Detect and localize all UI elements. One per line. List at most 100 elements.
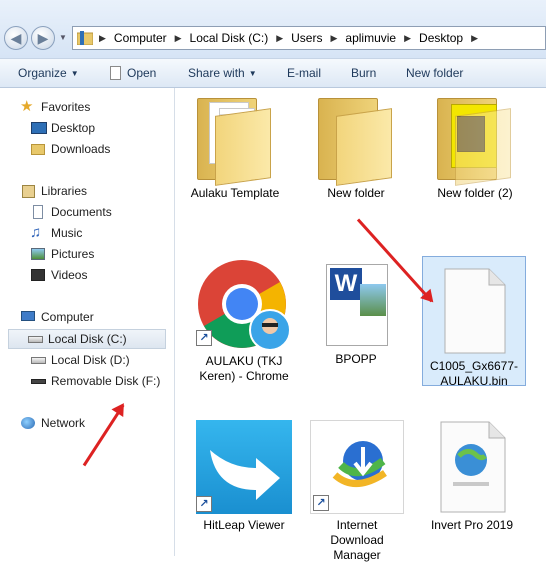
- share-with-button[interactable]: Share with ▼: [188, 66, 257, 80]
- nav-libraries-label: Libraries: [41, 184, 88, 198]
- nav-videos-label: Videos: [51, 268, 88, 282]
- blank-file-icon: [439, 267, 509, 355]
- navigation-pane: ★ Favorites Desktop Downloads Libraries …: [0, 88, 175, 556]
- folder-icon: [437, 94, 513, 186]
- chevron-right-icon[interactable]: ▶: [471, 33, 478, 44]
- file-name: New folder: [327, 186, 385, 200]
- back-button[interactable]: ◀: [4, 26, 28, 50]
- word-document-icon: W: [316, 262, 396, 348]
- hard-drive-icon: [30, 352, 46, 368]
- application-file-icon: [435, 420, 509, 514]
- breadcrumb[interactable]: ▶ Computer ▶ Local Disk (C:) ▶ Users ▶ a…: [72, 26, 546, 50]
- address-bar-area: ◀ ▶ ▼ ▶ Computer ▶ Local Disk (C:) ▶ Use…: [0, 0, 546, 58]
- chevron-right-icon[interactable]: ▶: [99, 33, 106, 44]
- nav-pictures[interactable]: Pictures: [30, 245, 94, 263]
- nav-removable-disk-f[interactable]: Removable Disk (F:): [30, 372, 160, 390]
- nav-music[interactable]: ♫ Music: [30, 224, 82, 242]
- nav-documents-label: Documents: [51, 205, 112, 219]
- nav-desktop-label: Desktop: [51, 121, 96, 135]
- file-item-aulaku-chrome-shortcut[interactable]: ↗ AULAKU (TKJ Keren) - Chrome: [186, 260, 302, 384]
- chevron-right-icon[interactable]: ▶: [404, 33, 411, 44]
- nav-local-disk-c-label: Local Disk (C:): [48, 332, 127, 346]
- file-name: BPOPP: [335, 352, 377, 366]
- file-item-c1005-bin[interactable]: C1005_Gx6677-AULAKU.bin: [422, 256, 526, 388]
- document-icon: [110, 66, 121, 80]
- chevron-right-icon[interactable]: ▶: [276, 33, 283, 44]
- recent-pages-dropdown-icon[interactable]: ▼: [59, 33, 67, 42]
- organize-label: Organize: [18, 66, 67, 80]
- documents-icon: [30, 204, 46, 220]
- nav-network-label: Network: [41, 416, 86, 430]
- file-name: HitLeap Viewer: [203, 518, 285, 532]
- file-item-new-folder[interactable]: New folder: [297, 94, 415, 201]
- file-name: AULAKU (TKJ Keren) - Chrome: [199, 354, 289, 383]
- chevron-right-icon[interactable]: ▶: [175, 33, 182, 44]
- burn-button[interactable]: Burn: [351, 66, 376, 80]
- breadcrumb-desktop[interactable]: Desktop: [419, 31, 463, 45]
- nav-local-disk-d-label: Local Disk (D:): [51, 353, 130, 367]
- file-list: Aulaku Template New folder New folder (2…: [176, 88, 546, 562]
- windows-drive-icon: [27, 331, 43, 347]
- pictures-icon: [30, 246, 46, 262]
- file-name: Invert Pro 2019: [430, 518, 514, 532]
- new-folder-button[interactable]: New folder: [406, 66, 463, 80]
- breadcrumb-aplimuvie[interactable]: aplimuvie: [345, 31, 396, 45]
- file-item-bpopp[interactable]: W BPOPP: [297, 262, 415, 367]
- nav-local-disk-c[interactable]: Local Disk (C:): [8, 329, 166, 349]
- nav-computer[interactable]: Computer: [20, 308, 94, 326]
- chevron-down-icon: ▼: [70, 69, 79, 78]
- music-icon: ♫: [30, 224, 42, 241]
- breadcrumb-local-disk-c[interactable]: Local Disk (C:): [190, 31, 269, 45]
- breadcrumb-computer[interactable]: Computer: [114, 31, 167, 45]
- nav-computer-label: Computer: [41, 310, 94, 324]
- nav-favorites-label: Favorites: [41, 100, 91, 114]
- folder-icon: [76, 31, 94, 46]
- shortcut-arrow-icon: ↗: [313, 495, 329, 511]
- email-button[interactable]: E-mail: [287, 66, 321, 80]
- nav-documents[interactable]: Documents: [30, 203, 112, 221]
- folder-icon: [318, 94, 394, 186]
- file-name: Aulaku Template: [190, 186, 280, 200]
- open-button[interactable]: Open: [110, 66, 156, 80]
- nav-downloads[interactable]: Downloads: [30, 140, 110, 158]
- network-icon: [20, 415, 36, 431]
- organize-button[interactable]: Organize ▼: [18, 66, 79, 80]
- file-name: Internet Download Manager: [330, 518, 384, 562]
- desktop-icon: [30, 120, 47, 136]
- shortcut-arrow-icon: ↗: [196, 496, 212, 512]
- chrome-icon: ↗: [196, 260, 292, 351]
- nav-network[interactable]: Network: [20, 414, 85, 432]
- nav-videos[interactable]: Videos: [30, 266, 87, 284]
- file-item-internet-download-manager[interactable]: ↗ Internet Download Manager: [309, 420, 405, 563]
- downloads-folder-icon: [30, 141, 46, 157]
- nav-desktop[interactable]: Desktop: [30, 119, 95, 137]
- nav-local-disk-d[interactable]: Local Disk (D:): [30, 351, 130, 369]
- libraries-icon: [20, 183, 36, 199]
- nav-favorites[interactable]: ★ Favorites: [20, 98, 90, 116]
- nav-removable-disk-f-label: Removable Disk (F:): [51, 374, 161, 388]
- hitleap-icon: ↗: [196, 420, 292, 514]
- chevron-down-icon: ▼: [248, 69, 257, 78]
- videos-icon: [30, 267, 46, 283]
- annotation-arrow: [82, 404, 125, 467]
- file-item-invert-pro-2019[interactable]: Invert Pro 2019: [424, 420, 520, 533]
- share-with-label: Share with: [188, 66, 245, 80]
- file-item-hitleap-viewer[interactable]: ↗ HitLeap Viewer: [186, 420, 302, 533]
- nav-pictures-label: Pictures: [51, 247, 95, 261]
- star-icon: ★: [20, 98, 34, 115]
- open-label: Open: [127, 66, 157, 80]
- breadcrumb-users[interactable]: Users: [291, 31, 322, 45]
- nav-libraries[interactable]: Libraries: [20, 182, 87, 200]
- nav-downloads-label: Downloads: [51, 142, 111, 156]
- command-bar: Organize ▼ Open Share with ▼ E-mail Burn N…: [0, 58, 546, 88]
- computer-icon: [20, 309, 36, 325]
- usb-drive-icon: [30, 373, 46, 389]
- forward-button[interactable]: ▶: [31, 26, 55, 50]
- file-item-aulaku-template[interactable]: Aulaku Template: [176, 94, 294, 201]
- shortcut-arrow-icon: ↗: [196, 330, 212, 346]
- chevron-right-icon[interactable]: ▶: [330, 33, 337, 44]
- folder-icon: [197, 94, 273, 186]
- idm-icon: ↗: [310, 420, 404, 514]
- file-item-new-folder-2[interactable]: New folder (2): [416, 94, 534, 201]
- nav-music-label: Music: [51, 226, 83, 240]
